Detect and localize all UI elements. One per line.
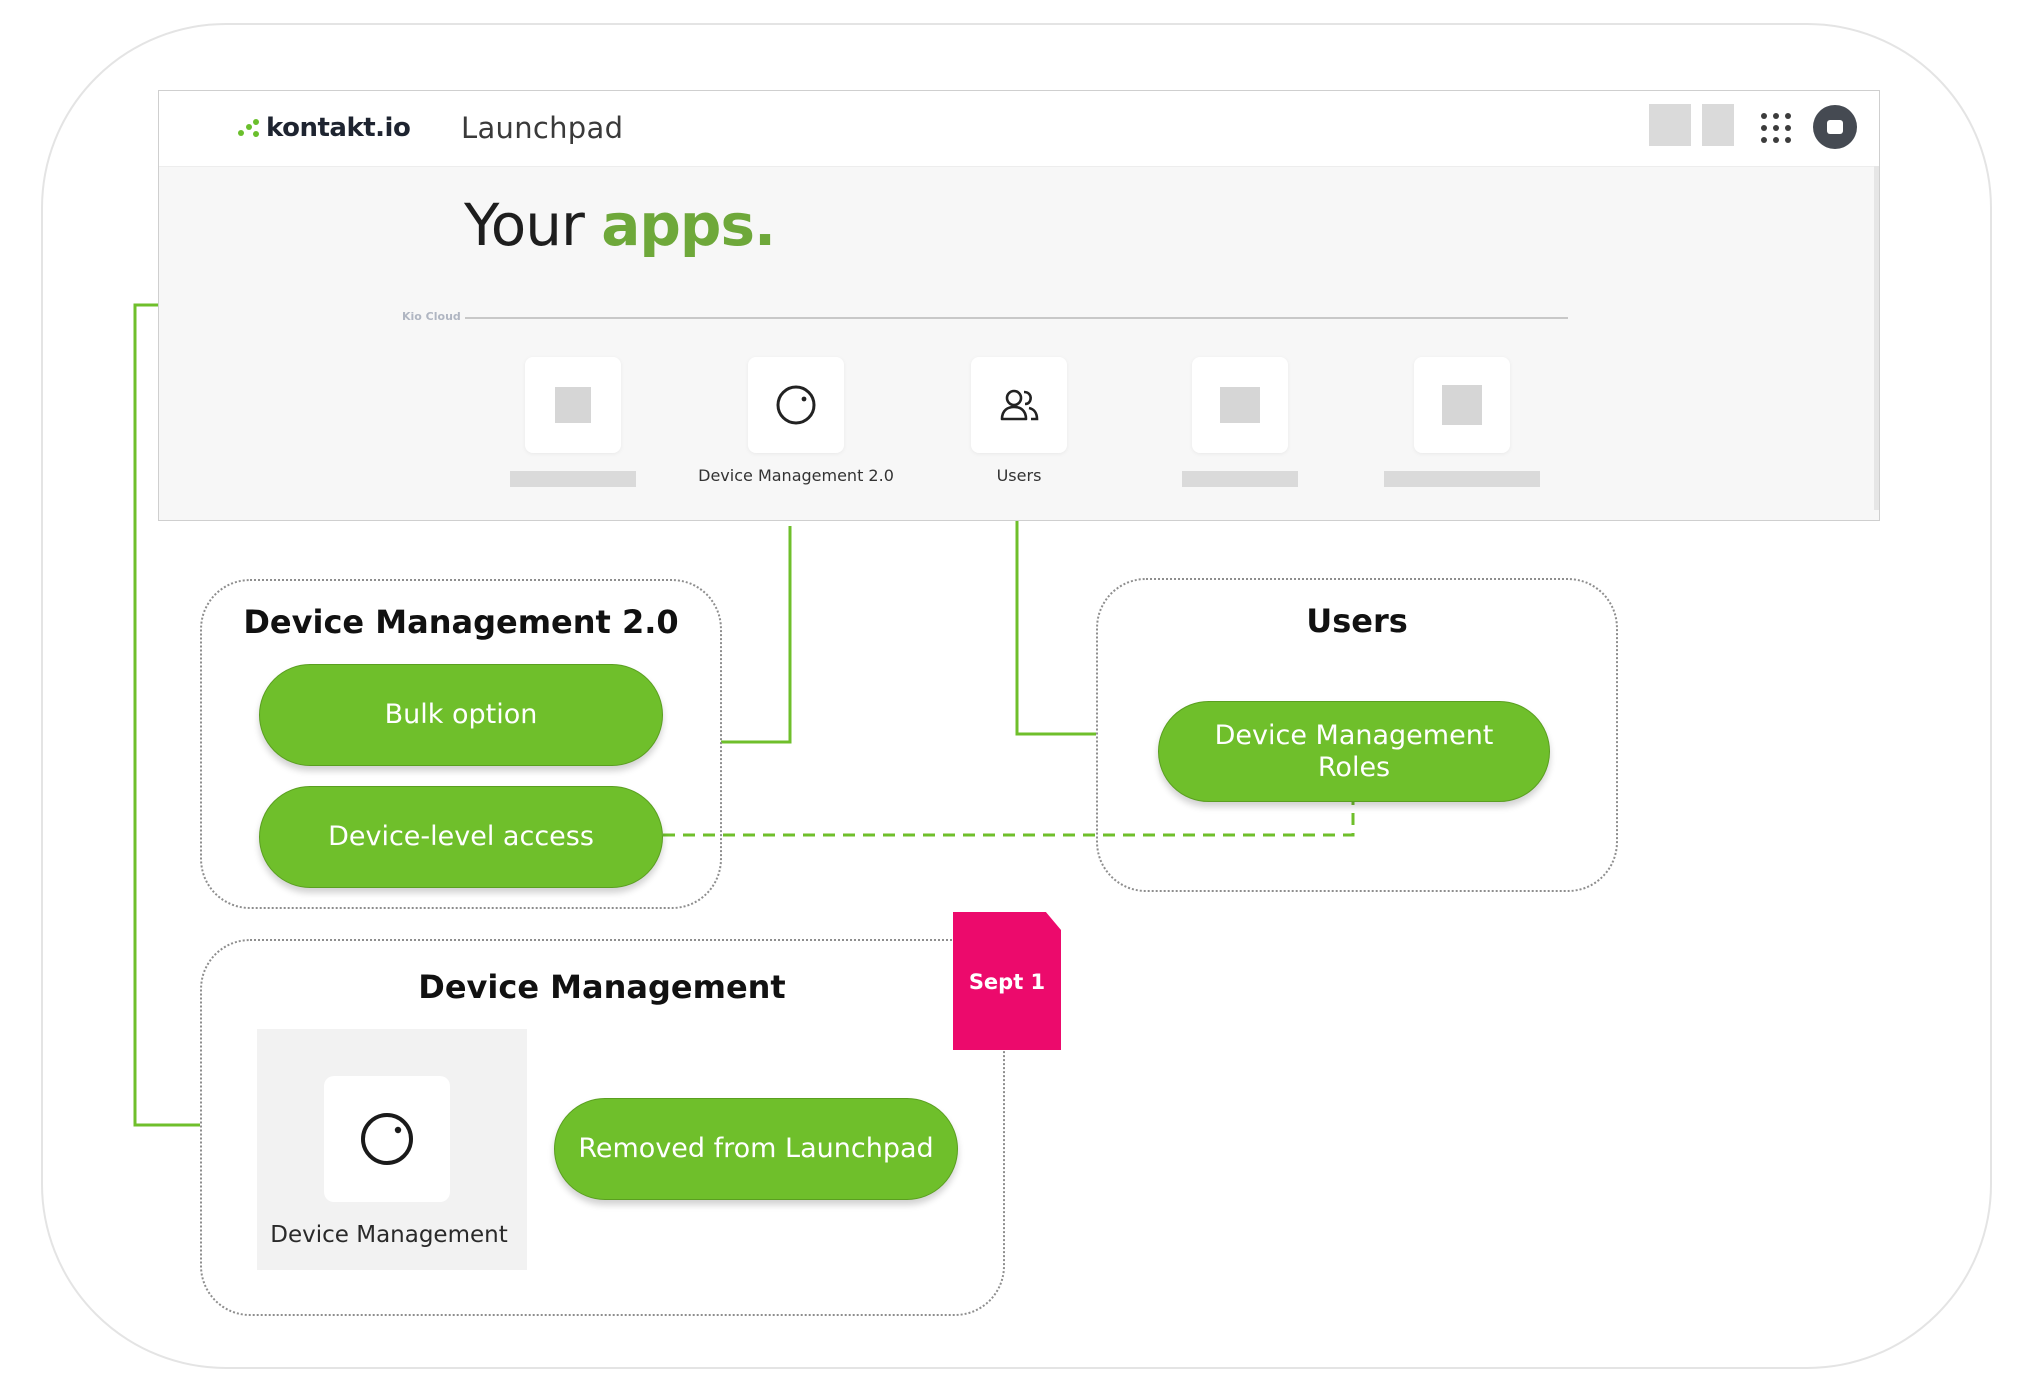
section-divider (465, 317, 1568, 319)
device-icon (776, 385, 816, 425)
app-label-placeholder (1182, 471, 1298, 487)
app-tile-placeholder[interactable] (1192, 357, 1288, 453)
app-label-device-management-2: Device Management 2.0 (698, 466, 894, 485)
launchpad-window: kontakt.io Launchpad Your apps. Kio Clou… (158, 90, 1880, 521)
app-grid-icon[interactable] (1761, 113, 1791, 143)
dm2-box-title: Device Management 2.0 (243, 603, 679, 641)
bulk-option-pill: Bulk option (259, 664, 663, 766)
app-label-placeholder (1384, 471, 1540, 487)
app-label-placeholder (510, 471, 636, 487)
placeholder-icon[interactable] (1702, 104, 1734, 146)
app-tile-placeholder[interactable] (525, 357, 621, 453)
dm-box-title: Device Management (418, 968, 786, 1006)
top-bar: kontakt.io Launchpad (159, 91, 1879, 167)
headline-part1: Your (464, 191, 585, 259)
app-tile-device-management-2[interactable] (748, 357, 844, 453)
placeholder-icon (555, 387, 591, 423)
removed-from-launchpad-pill: Removed from Launchpad (554, 1098, 958, 1200)
dm2-connector (721, 526, 792, 744)
avatar[interactable] (1813, 105, 1857, 149)
users-connector (1015, 520, 1096, 736)
device-management-roles-pill: Device Management Roles (1158, 701, 1550, 802)
app-tile-device-management (324, 1076, 450, 1202)
placeholder-icon (1442, 385, 1482, 425)
kontakt-logo[interactable]: kontakt.io (238, 111, 411, 145)
app-tile-placeholder[interactable] (1414, 357, 1510, 453)
date-badge-label: Sept 1 (968, 970, 1046, 994)
date-badge: Sept 1 (953, 912, 1061, 1050)
app-label-users: Users (996, 466, 1042, 485)
dm-app-label: Device Management (270, 1222, 508, 1248)
headline-part2: apps. (601, 191, 776, 259)
logo-mark-icon (238, 119, 260, 137)
section-label: Kio Cloud (402, 310, 461, 323)
logo-text: kontakt.io (266, 113, 411, 143)
device-icon (361, 1113, 413, 1165)
placeholder-icon[interactable] (1649, 104, 1691, 146)
page-title: Your apps. (464, 191, 776, 259)
app-title: Launchpad (461, 111, 624, 145)
scrollbar[interactable] (1874, 166, 1879, 510)
device-level-access-pill: Device-level access (259, 786, 663, 888)
users-box-title: Users (1306, 602, 1408, 640)
app-tile-users[interactable] (971, 357, 1067, 453)
users-icon (1000, 389, 1039, 421)
placeholder-icon (1220, 387, 1260, 423)
